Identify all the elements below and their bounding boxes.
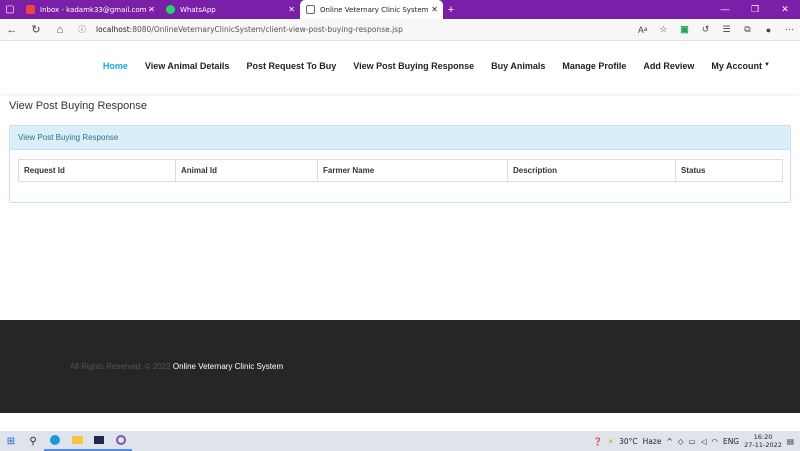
close-tab-icon[interactable]: ✕	[288, 5, 295, 14]
tab-whatsapp[interactable]: WhatsApp ✕	[160, 0, 300, 19]
copyright-text: All Rights Reserved. © 2022	[70, 362, 171, 371]
close-tab-icon[interactable]: ✕	[148, 5, 155, 14]
favorites-icon[interactable]: ☰	[716, 24, 737, 35]
search-icon[interactable]: ⚲	[22, 436, 44, 447]
minimize-icon[interactable]: —	[710, 4, 740, 15]
tab-title: WhatsApp	[180, 5, 216, 14]
url-field[interactable]: ⓘ localhost:8080/OnlineVeternaryClinicSy…	[78, 24, 548, 35]
nav-post-request-to-buy[interactable]: Post Request To Buy	[246, 61, 336, 71]
response-panel: View Post Buying Response Request Id Ani…	[9, 125, 791, 203]
page-icon	[306, 5, 315, 14]
volume-icon[interactable]: ◁	[701, 437, 707, 446]
battery-icon[interactable]: ▭	[689, 437, 696, 446]
url-path: :8080/OnlineVeternaryClinicSystem/client…	[129, 25, 403, 34]
url-host: localhost	[96, 25, 130, 34]
gmail-icon	[26, 5, 35, 14]
chevron-up-icon[interactable]: ^	[666, 437, 672, 446]
info-icon[interactable]: ⓘ	[78, 24, 92, 35]
response-table: Request Id Animal Id Farmer Name Descrip…	[18, 159, 783, 182]
clock[interactable]: 16:20 27-11-2022	[744, 433, 782, 449]
nav-view-animal-details[interactable]: View Animal Details	[145, 61, 230, 71]
tab-title: Inbox - kadamk33@gmail.com -	[40, 5, 152, 14]
nav-home[interactable]: Home	[103, 61, 128, 71]
address-bar: ← ↻ ⌂ ⓘ localhost:8080/OnlineVeternaryCl…	[0, 19, 800, 41]
main-menu: Home View Animal Details Post Request To…	[103, 61, 770, 71]
nav-manage-profile[interactable]: Manage Profile	[562, 61, 626, 71]
network-icon[interactable]: ◇	[678, 437, 684, 446]
footer-site-link[interactable]: Online Veternary Clinic System	[173, 362, 283, 371]
refresh-icon[interactable]: ↻	[24, 23, 48, 36]
caret-down-icon: ▼	[764, 62, 770, 68]
more-icon[interactable]: ⋯	[779, 24, 800, 35]
weather-desc[interactable]: Haze	[643, 437, 662, 446]
browser-tab-strip: ▢ Inbox - kadamk33@gmail.com - ✕ WhatsAp…	[0, 0, 800, 19]
nav-view-post-buying-response[interactable]: View Post Buying Response	[353, 61, 474, 71]
wifi-icon[interactable]: ◠	[711, 437, 718, 446]
new-tab-icon[interactable]: +	[443, 4, 459, 16]
col-animal-id: Animal Id	[176, 160, 318, 181]
tab-gmail[interactable]: Inbox - kadamk33@gmail.com - ✕	[20, 0, 160, 19]
tab-active[interactable]: Online Veternary Clinic System ✕	[300, 0, 443, 19]
copyright: All Rights Reserved. © 2022 Online Veter…	[70, 362, 283, 371]
site-header: Home View Animal Details Post Request To…	[0, 41, 800, 94]
windows-start-icon[interactable]: ⊞	[0, 436, 22, 447]
col-description: Description	[508, 160, 676, 181]
nav-add-review[interactable]: Add Review	[643, 61, 694, 71]
system-tray: ❓ ☀ 30°C Haze ^ ◇ ▭ ◁ ◠ ENG 16:20 27-11-…	[593, 433, 800, 449]
read-aloud-icon[interactable]: Aᵃ	[632, 25, 653, 35]
clock-time: 16:20	[753, 433, 773, 441]
weather-icon[interactable]: ☀	[607, 437, 614, 446]
sync-icon[interactable]: ↺	[695, 24, 716, 35]
collections-icon[interactable]: ⧉	[737, 24, 758, 35]
extension-icon[interactable]: ▣	[674, 24, 695, 35]
terminal-icon[interactable]	[88, 431, 110, 451]
edge-icon[interactable]	[44, 431, 66, 451]
file-explorer-icon[interactable]	[66, 431, 88, 451]
panel-title: View Post Buying Response	[10, 126, 790, 150]
col-request-id: Request Id	[19, 160, 176, 181]
help-icon[interactable]: ❓	[593, 437, 602, 446]
close-window-icon[interactable]: ✕	[770, 4, 800, 15]
close-tab-icon[interactable]: ✕	[431, 5, 438, 14]
language[interactable]: ENG	[723, 437, 739, 446]
clock-date: 27-11-2022	[744, 441, 782, 449]
profile-avatar-icon[interactable]: ●	[758, 25, 779, 35]
nav-my-account-label: My Account	[711, 61, 763, 71]
favorite-icon[interactable]: ☆	[653, 24, 674, 35]
page-title: View Post Buying Response	[9, 100, 147, 112]
restore-icon[interactable]: ❐	[740, 4, 770, 15]
nav-my-account[interactable]: My Account ▼	[711, 61, 770, 71]
back-icon[interactable]: ←	[0, 24, 24, 36]
col-status: Status	[681, 166, 706, 175]
tab-title: Online Veternary Clinic System	[320, 5, 429, 14]
home-icon[interactable]: ⌂	[48, 24, 72, 36]
weather-temp[interactable]: 30°C	[619, 437, 638, 446]
whatsapp-icon	[166, 5, 175, 14]
notifications-icon[interactable]: ▤	[787, 437, 794, 446]
nav-buy-animals[interactable]: Buy Animals	[491, 61, 545, 71]
taskbar: ⊞ ⚲ ❓ ☀ 30°C Haze ^ ◇ ▭ ◁ ◠ ENG 16:20 27…	[0, 431, 800, 451]
footer: All Rights Reserved. © 2022 Online Veter…	[0, 320, 800, 413]
col-farmer-name: Farmer Name	[318, 160, 508, 181]
app-icon[interactable]	[110, 431, 132, 451]
tab-actions-icon[interactable]: ▢	[0, 0, 20, 19]
